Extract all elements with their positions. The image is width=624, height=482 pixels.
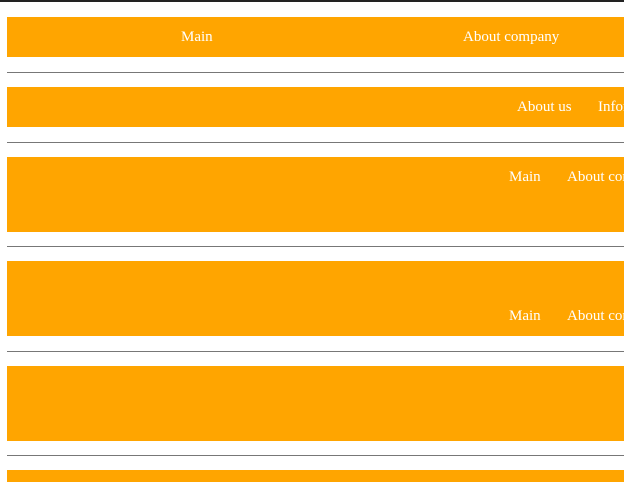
nav-link-about-company[interactable]: About company: [463, 28, 559, 46]
window-top-border: [0, 0, 624, 2]
navbar-1: Main About company: [7, 17, 624, 57]
nav-link-main[interactable]: Main: [509, 307, 541, 325]
navbar-4: Main About cor: [7, 261, 624, 336]
navbar-2: About us Infor: [7, 87, 624, 127]
nav-link-main[interactable]: Main: [181, 28, 213, 46]
navbar-6: [7, 470, 624, 482]
nav-link-information[interactable]: Infor: [598, 98, 624, 116]
nav-link-main[interactable]: Main: [509, 168, 541, 186]
navbar-3: Main About cor: [7, 157, 624, 232]
nav-link-about-us[interactable]: About us: [517, 98, 572, 116]
divider: [7, 455, 624, 456]
divider: [7, 246, 624, 247]
divider: [7, 72, 624, 73]
navbar-5: [7, 366, 624, 441]
nav-link-about-company[interactable]: About cor: [567, 307, 624, 325]
divider: [7, 351, 624, 352]
nav-link-about-company[interactable]: About cor: [567, 168, 624, 186]
divider: [7, 142, 624, 143]
